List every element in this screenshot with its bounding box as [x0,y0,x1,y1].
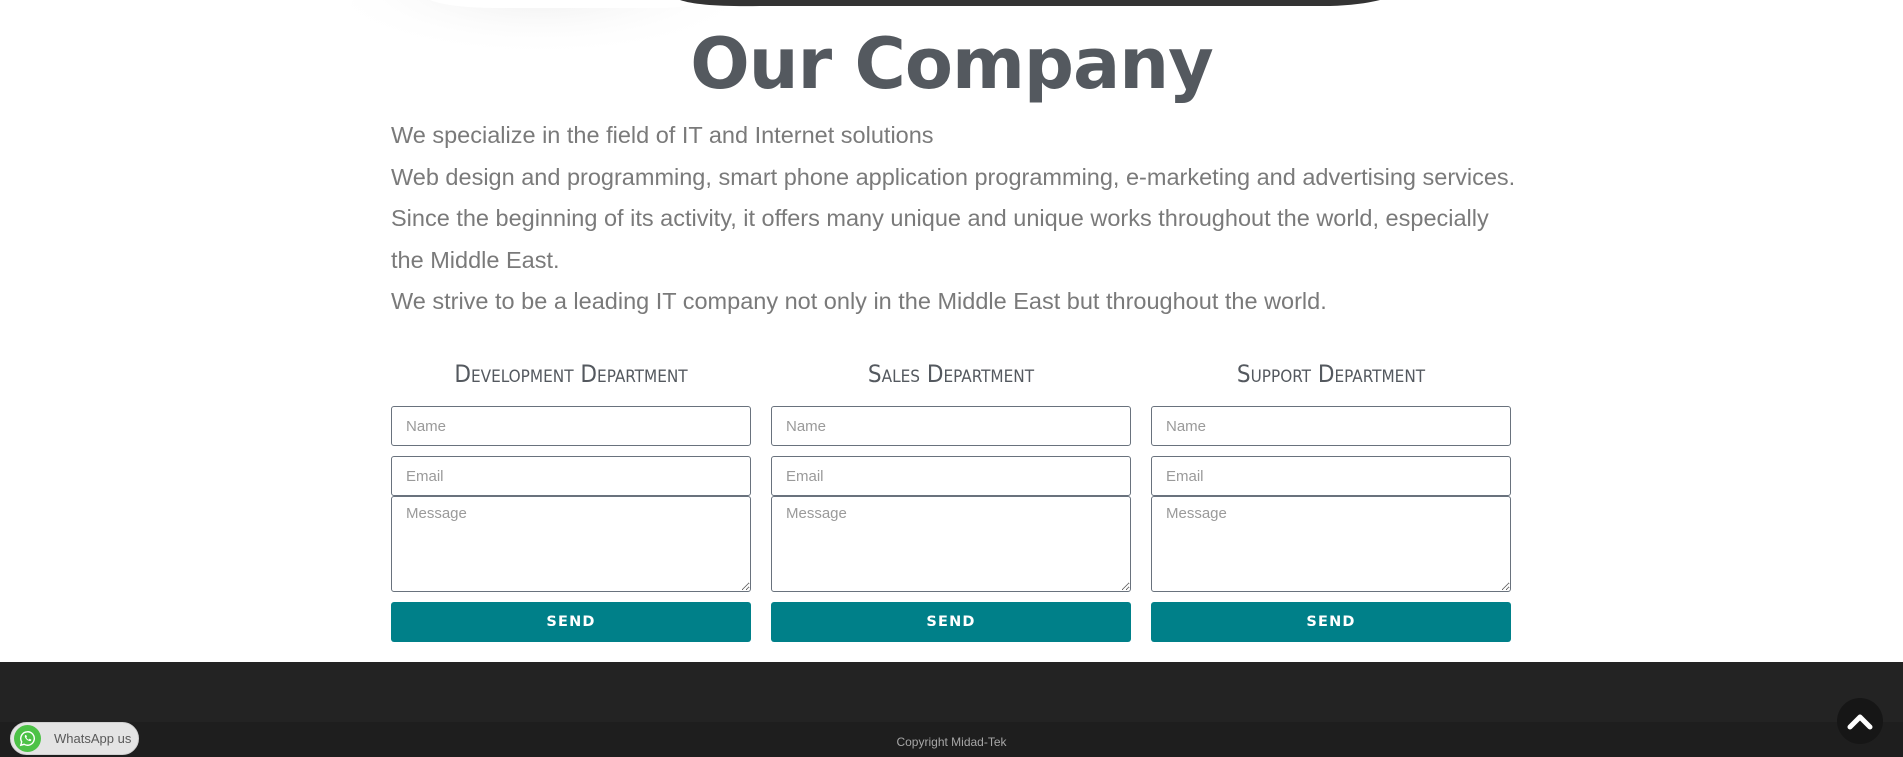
message-textarea[interactable] [1151,496,1511,592]
email-input[interactable] [391,456,751,496]
intro-paragraph: We specialize in the field of IT and Int… [391,122,934,148]
footer [0,662,1903,722]
department-title: Support Department [1236,360,1426,388]
whatsapp-icon [14,725,41,752]
name-input[interactable] [1151,406,1511,446]
send-button[interactable]: SEND [771,602,1131,642]
name-input[interactable] [391,406,751,446]
intro-paragraph: Web design and programming, smart phone … [391,163,1516,190]
support-contact-form: Support Department SEND [1151,354,1511,642]
intro-paragraph: We strive to be a leading IT company not… [391,288,1327,314]
intro-paragraph: Since the beginning of its activity, it … [391,205,1489,273]
page-title: Our Company [690,23,1213,105]
department-title: Development Department [454,360,688,388]
scroll-to-top-button[interactable] [1837,698,1883,744]
development-contact-form: Development Department SEND [391,354,751,642]
message-textarea[interactable] [391,496,751,592]
email-input[interactable] [1151,456,1511,496]
sales-contact-form: Sales Department SEND [771,354,1131,642]
name-input[interactable] [771,406,1131,446]
send-button[interactable]: SEND [1151,602,1511,642]
copyright-text: Copyright Midad-Tek [896,735,1007,749]
whatsapp-label: WhatsApp us [54,731,132,746]
footer-bar: Copyright Midad-Tek [0,722,1903,757]
department-title: Sales Department [867,360,1035,388]
whatsapp-button[interactable]: WhatsApp us [10,722,139,755]
email-input[interactable] [771,456,1131,496]
message-textarea[interactable] [771,496,1131,592]
intro-text: We specialize in the field of IT and Int… [391,115,1521,323]
send-button[interactable]: SEND [391,602,751,642]
chevron-up-icon [1847,714,1873,730]
